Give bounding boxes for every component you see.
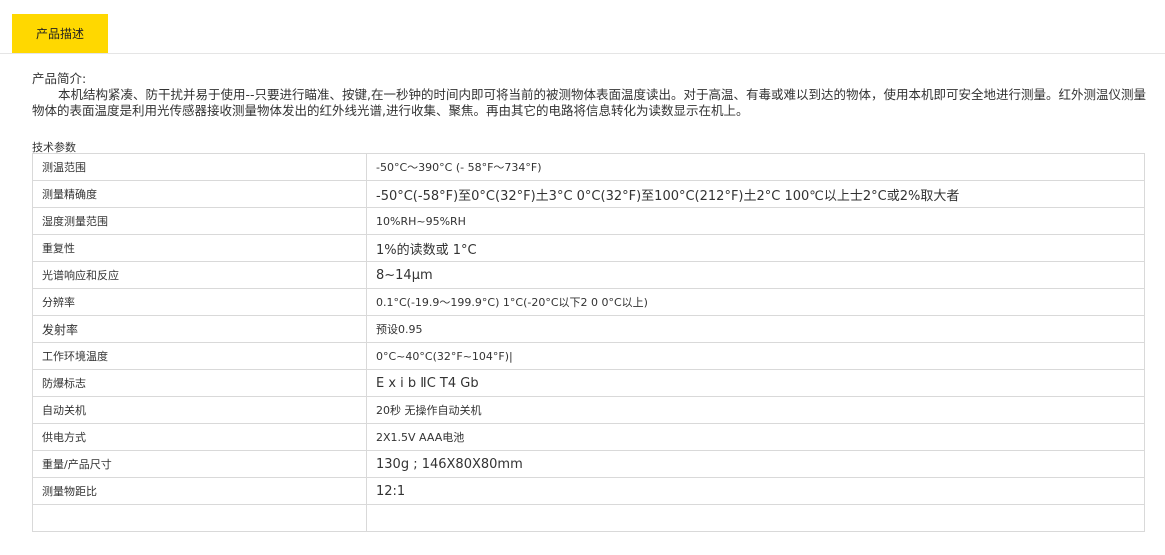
table-row: 湿度测量范围 10%RH~95%RH [32,207,1145,235]
spec-label: 发射率 [32,315,367,343]
spec-label [32,504,367,532]
spec-value: 0.1°C(-19.9～199.9°C) 1°C(-20°C以下2 0 0°C以… [366,288,1145,316]
spec-value: 1%的读数或 1°C [366,234,1145,262]
spec-value: 10%RH~95%RH [366,207,1145,235]
table-row: 测温范围 -50°C～390°C (- 58°F～734°F) [32,153,1145,181]
table-row: 分辨率 0.1°C(-19.9～199.9°C) 1°C(-20°C以下2 0 … [32,288,1145,316]
table-row: 供电方式 2X1.5V AAA电池 [32,423,1145,451]
table-row: 发射率 预设0.95 [32,315,1145,343]
table-row: 重复性 1%的读数或 1°C [32,234,1145,262]
table-row: 重量/产品尺寸 130g ; 146X80X80mm [32,450,1145,478]
spec-value: -50°C～390°C (- 58°F～734°F) [366,153,1145,181]
intro-text: 本机结构紧凑、防干扰并易于使用--只要进行瞄准、按键,在一秒钟的时间内即可将当前… [32,87,1146,118]
spec-label: 分辨率 [32,288,367,316]
table-row: 自动关机 20秒 无操作自动关机 [32,396,1145,424]
spec-value: -50°C(-58°F)至0°C(32°F)土3°C 0°C(32°F)至100… [366,180,1145,208]
spec-label: 测温范围 [32,153,367,181]
spec-label: 湿度测量范围 [32,207,367,235]
table-row: 工作环境温度 0°C~40°C(32°F~104°F)| [32,342,1145,370]
spec-label: 工作环境温度 [32,342,367,370]
spec-value: E x i b ⅡC T4 Gb [366,369,1145,397]
table-row: 测量物距比 12:1 [32,477,1145,505]
product-intro: 产品简介: 本机结构紧凑、防干扰并易于使用--只要进行瞄准、按键,在一秒钟的时间… [32,71,1147,119]
spec-label: 供电方式 [32,423,367,451]
spec-table: 测温范围 -50°C～390°C (- 58°F～734°F) 测量精确度 -5… [32,153,1145,532]
spec-label: 防爆标志 [32,369,367,397]
tab-bar: 产品描述 [0,0,1165,54]
spec-value: 130g ; 146X80X80mm [366,450,1145,478]
table-row: 防爆标志 E x i b ⅡC T4 Gb [32,369,1145,397]
spec-label: 重复性 [32,234,367,262]
spec-label: 重量/产品尺寸 [32,450,367,478]
spec-value: 20秒 无操作自动关机 [366,396,1145,424]
spec-value: 0°C~40°C(32°F~104°F)| [366,342,1145,370]
spec-value [366,504,1145,532]
spec-value: 12:1 [366,477,1145,505]
spec-value: 预设0.95 [366,315,1145,343]
spec-label: 光谱响应和反应 [32,261,367,289]
table-row: 测量精确度 -50°C(-58°F)至0°C(32°F)土3°C 0°C(32°… [32,180,1145,208]
spec-label: 测量精确度 [32,180,367,208]
table-row: 光谱响应和反应 8~14μm [32,261,1145,289]
spec-value: 2X1.5V AAA电池 [366,423,1145,451]
spec-value: 8~14μm [366,261,1145,289]
spec-label: 自动关机 [32,396,367,424]
table-row [32,504,1145,532]
tab-product-description[interactable]: 产品描述 [12,14,108,53]
spec-label: 测量物距比 [32,477,367,505]
intro-title: 产品简介: [32,71,87,86]
